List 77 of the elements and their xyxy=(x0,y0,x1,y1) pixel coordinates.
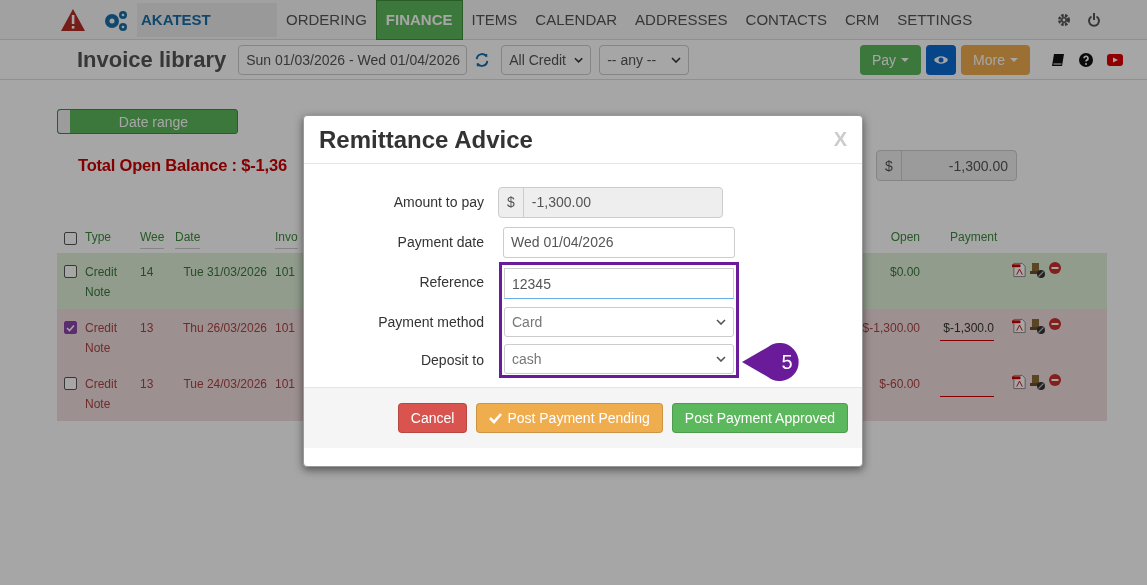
brand-name[interactable]: AKATEST xyxy=(137,2,277,37)
chevron-icon xyxy=(716,319,726,325)
row-checkbox[interactable] xyxy=(64,377,77,390)
pdf-icon xyxy=(1012,374,1027,390)
invoice-cell: 101 xyxy=(275,265,296,279)
date-range-field[interactable]: Sun 01/03/2026 - Wed 01/04/2026 xyxy=(238,44,468,75)
remove-icon xyxy=(1049,374,1061,386)
pay-button[interactable]: Pay xyxy=(860,44,921,75)
video-icon xyxy=(1107,53,1123,66)
nav-tab[interactable]: ADDRESSES xyxy=(626,0,737,40)
text-field[interactable]: 12345 xyxy=(504,268,734,299)
dialog-title: Remittance Advice xyxy=(319,125,533,154)
power-icon xyxy=(1087,12,1101,27)
view-button[interactable] xyxy=(926,44,956,75)
nav-tab[interactable]: CONTACTS xyxy=(736,0,836,40)
book-icon xyxy=(1051,52,1065,67)
column-header[interactable]: Date xyxy=(175,230,201,249)
field-label: Reference xyxy=(418,274,484,290)
warning-icon xyxy=(60,7,86,32)
column-header[interactable]: Payment xyxy=(950,230,998,244)
invoice-cell: 101 xyxy=(275,377,296,391)
week-cell: 13 xyxy=(140,321,154,335)
check-icon xyxy=(489,412,503,424)
column-header[interactable]: Type xyxy=(85,230,111,244)
settings-icon xyxy=(1057,12,1071,27)
amount-field[interactable]: $ -1,300.00 xyxy=(876,150,1017,181)
pdf-icon xyxy=(1012,318,1027,334)
page-title: Invoice library xyxy=(77,46,227,73)
text-field[interactable]: Wed 01/04/2026 xyxy=(503,226,735,258)
row-checkbox[interactable] xyxy=(64,321,77,334)
post-button[interactable]: Post Payment Approved xyxy=(671,403,848,433)
filter-select[interactable]: All Credit xyxy=(501,44,592,75)
column-header[interactable]: Wee xyxy=(140,230,165,249)
type-cell: Credit Note xyxy=(85,377,117,411)
week-cell: 14 xyxy=(140,265,154,279)
chevron-icon xyxy=(574,56,584,63)
refresh-icon xyxy=(475,51,490,68)
date-cell: Thu 26/03/2026 xyxy=(182,321,267,335)
caret-icon xyxy=(1009,57,1018,62)
help-icon xyxy=(1079,52,1093,67)
chevron-icon xyxy=(716,355,726,362)
nav-tab[interactable]: ITEMS xyxy=(462,0,527,40)
column-header[interactable]: Invo xyxy=(275,230,298,249)
date-range-toggle[interactable]: Date range xyxy=(57,109,238,134)
type-cell: Credit Note xyxy=(85,321,117,355)
nav-tab[interactable]: ORDERING xyxy=(277,0,376,40)
nav-tab[interactable]: SETTINGS xyxy=(888,0,982,40)
pdf-icon xyxy=(1012,262,1027,278)
field-label: Payment date xyxy=(396,234,484,250)
caret-icon xyxy=(901,57,909,62)
check-icon xyxy=(66,323,75,332)
type-cell: Credit Note xyxy=(85,265,117,299)
amount-field: $ -1,300.00 xyxy=(498,186,723,218)
select-field[interactable]: cash xyxy=(504,343,734,374)
select-field[interactable]: Card xyxy=(504,307,734,337)
field-label: Amount to pay xyxy=(392,194,484,210)
date-cell: Tue 31/03/2026 xyxy=(183,265,267,279)
total-balance: Total Open Balance : $-1,36 xyxy=(78,156,287,175)
chevron-icon xyxy=(671,56,682,63)
field-label: Payment method xyxy=(377,314,484,330)
column-header[interactable]: Open xyxy=(890,230,920,244)
select-all-checkbox[interactable] xyxy=(64,232,77,245)
remove-icon xyxy=(1049,318,1061,330)
open-cell: $0.00 xyxy=(889,265,920,279)
payment-field[interactable]: $-1,300.0 xyxy=(940,318,994,341)
filter-select[interactable]: -- any -- xyxy=(599,44,690,75)
remove-icon xyxy=(1049,262,1061,274)
nav-tab[interactable]: CRM xyxy=(835,0,889,40)
date-cell: Tue 24/03/2026 xyxy=(183,377,267,391)
invoice-cell: 101 xyxy=(275,321,296,335)
nav-tab[interactable]: CALENDAR xyxy=(526,0,627,40)
cancel-button[interactable]: Cancel xyxy=(397,403,468,433)
open-cell: $-60.00 xyxy=(879,377,920,391)
open-cell: $-1,300.00 xyxy=(862,321,920,335)
field-label: Deposit to xyxy=(419,352,484,368)
row-checkbox[interactable] xyxy=(64,265,77,278)
week-cell: 13 xyxy=(140,377,154,391)
